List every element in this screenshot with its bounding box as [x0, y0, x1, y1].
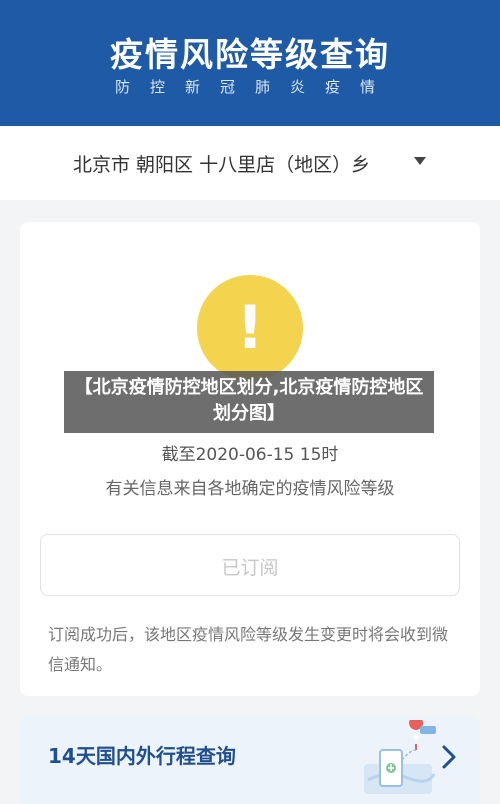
page-title: 疫情风险等级查询: [110, 35, 390, 74]
caption-text: 【北京疫情防控地区划分,北京疫情防控地区划分图】: [74, 377, 424, 424]
travel-query-label[interactable]: 14天国内外行程查询: [48, 740, 236, 769]
update-time: 截至2020-06-15 15时: [161, 445, 339, 465]
travel-query-card[interactable]: 14天国内外行程查询: [20, 716, 480, 804]
location-selector[interactable]: 北京市 朝阳区 十八里店（地区）乡: [0, 126, 500, 200]
subscribed-button[interactable]: 已订阅: [40, 534, 460, 596]
warning-mark: !: [236, 293, 264, 363]
warning-icon: !: [197, 275, 303, 381]
page-subtitle: 防控新冠肺炎疫情: [114, 78, 395, 96]
location-text[interactable]: 北京市 朝阳区 十八里店（地区）乡: [73, 150, 370, 177]
caret-down-icon[interactable]: [414, 157, 426, 165]
subscription-notice: 订阅成功后，该地区疫情风险等级发生变更时将会收到微信通知。: [48, 625, 449, 674]
subscribed-label: 已订阅: [221, 557, 279, 579]
caption-overlay: 【北京疫情防控地区划分,北京疫情防控地区划分图】: [64, 371, 434, 433]
map-illustration-icon: [364, 720, 436, 794]
chevron-right-icon[interactable]: [438, 742, 460, 772]
data-source-note: 有关信息来自各地确定的疫情风险等级: [105, 479, 395, 499]
header-banner: 疫情风险等级查询 防控新冠肺炎疫情: [0, 0, 500, 126]
